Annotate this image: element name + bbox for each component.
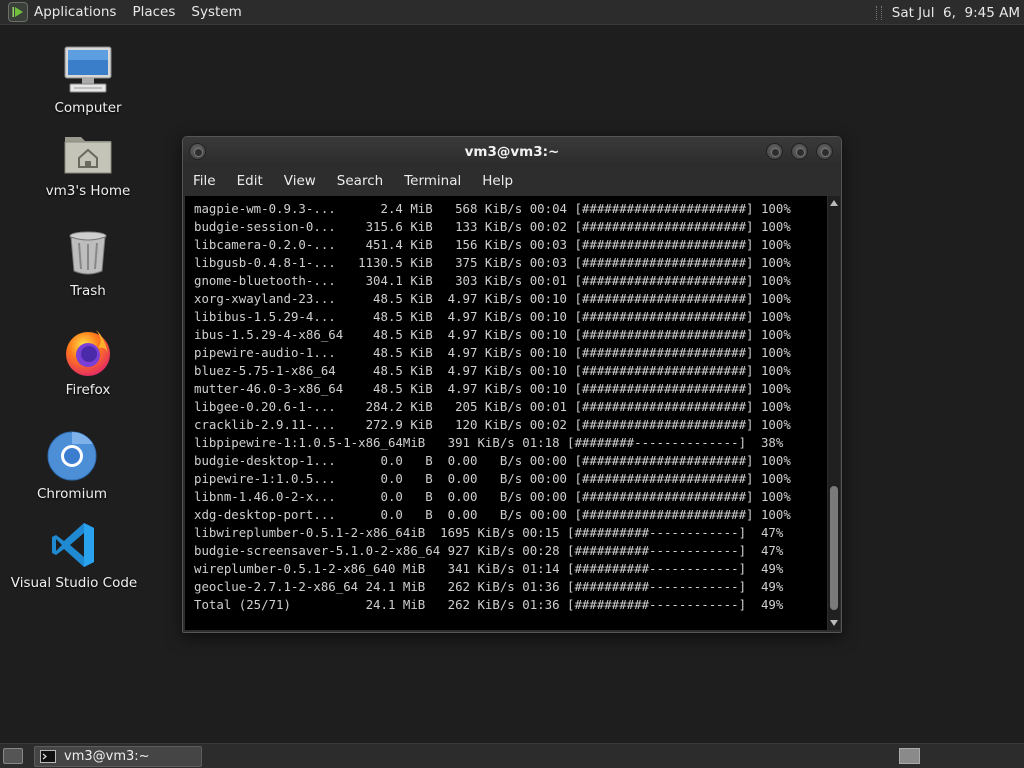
- home-folder-icon: [62, 127, 114, 179]
- chromium-icon: [46, 430, 98, 482]
- window-menu-button[interactable]: [189, 143, 206, 160]
- terminal-line: ibus-1.5.29-4-x86_64 48.5 KiB 4.97 KiB/s…: [194, 327, 791, 342]
- terminal-menubar: File Edit View Search Terminal Help: [183, 167, 841, 195]
- applications-menu[interactable]: Applications: [34, 4, 116, 20]
- vscode-icon: [48, 519, 100, 571]
- taskbar-button-label: vm3@vm3:~: [64, 749, 150, 764]
- terminal-line: libpipewire-1:1.0.5-1-x86_64MiB 391 KiB/…: [194, 435, 784, 450]
- terminal-line: wireplumber-0.5.1-2-x86_640 MiB 341 KiB/…: [194, 561, 784, 576]
- close-button[interactable]: [816, 143, 833, 160]
- terminal-line: pipewire-1:1.0.5... 0.0 B 0.00 B/s 00:00…: [194, 471, 791, 486]
- desktop-icon-vscode[interactable]: Visual Studio Code: [4, 519, 144, 591]
- terminal-line: libgusb-0.4.8-1-... 1130.5 KiB 375 KiB/s…: [194, 255, 791, 270]
- desktop-icon-computer[interactable]: Computer: [18, 44, 158, 116]
- menu-terminal[interactable]: Terminal: [404, 173, 461, 189]
- menu-edit[interactable]: Edit: [237, 173, 263, 189]
- terminal-line: libcamera-0.2.0-... 451.4 KiB 156 KiB/s …: [194, 237, 791, 252]
- terminal-line: geoclue-2.7.1-2-x86_64 24.1 MiB 262 KiB/…: [194, 579, 784, 594]
- scroll-thumb[interactable]: [830, 486, 838, 610]
- places-menu[interactable]: Places: [132, 4, 175, 20]
- desktop-icon-label: Chromium: [36, 486, 108, 502]
- desktop-icon-firefox[interactable]: Firefox: [18, 326, 158, 398]
- terminal-line: libnm-1.46.0-2-x... 0.0 B 0.00 B/s 00:00…: [194, 489, 791, 504]
- maximize-button[interactable]: [791, 143, 808, 160]
- window-title: vm3@vm3:~: [464, 144, 560, 160]
- terminal-line: cracklib-2.9.11-... 272.9 KiB 120 KiB/s …: [194, 417, 791, 432]
- terminal-line: libibus-1.5.29-4... 48.5 KiB 4.97 KiB/s …: [194, 309, 791, 324]
- terminal-line: budgie-screensaver-5.1.0-2-x86_64 927 Ki…: [194, 543, 784, 558]
- show-desktop-icon[interactable]: [3, 748, 23, 764]
- terminal-line: xorg-xwayland-23... 48.5 KiB 4.97 KiB/s …: [194, 291, 791, 306]
- top-panel: Applications Places System Sat Jul 6, 9:…: [0, 0, 1024, 25]
- desktop-icon-home[interactable]: vm3's Home: [18, 127, 158, 199]
- bottom-panel: vm3@vm3:~: [0, 743, 1024, 768]
- system-menu[interactable]: System: [191, 4, 241, 20]
- window-titlebar[interactable]: vm3@vm3:~: [183, 137, 841, 167]
- desktop-icon-label: Trash: [70, 283, 106, 299]
- desktop-icon-label: Computer: [54, 100, 122, 116]
- menu-help[interactable]: Help: [482, 173, 513, 189]
- menu-view[interactable]: View: [284, 173, 316, 189]
- desktop-icon-chromium[interactable]: Chromium: [2, 430, 142, 502]
- desktop-icon-label: vm3's Home: [45, 183, 131, 199]
- terminal-line: bluez-5.75-1-x86_64 48.5 KiB 4.97 KiB/s …: [194, 363, 791, 378]
- terminal-icon: [40, 750, 56, 763]
- workspace-switcher[interactable]: [899, 748, 920, 764]
- terminal-line: mutter-46.0-3-x86_64 48.5 KiB 4.97 KiB/s…: [194, 381, 791, 396]
- menu-file[interactable]: File: [193, 173, 216, 189]
- terminal-scrollbar[interactable]: [828, 196, 840, 630]
- terminal-window[interactable]: vm3@vm3:~ File Edit View Search Terminal…: [182, 136, 842, 633]
- terminal-line: libgee-0.20.6-1-... 284.2 KiB 205 KiB/s …: [194, 399, 791, 414]
- clock[interactable]: Sat Jul 6, 9:45 AM: [892, 5, 1020, 21]
- terminal-line: budgie-session-0... 315.6 KiB 133 KiB/s …: [194, 219, 791, 234]
- main-menu-icon[interactable]: [8, 2, 28, 22]
- computer-icon: [62, 44, 114, 96]
- trash-icon: [62, 227, 114, 279]
- scroll-down-arrow-icon[interactable]: [830, 620, 838, 626]
- firefox-icon: [62, 326, 114, 378]
- desktop-icon-trash[interactable]: Trash: [18, 227, 158, 299]
- terminal-line: pipewire-audio-1... 48.5 KiB 4.97 KiB/s …: [194, 345, 791, 360]
- terminal-line: libwireplumber-0.5.1-2-x86_64iB 1695 KiB…: [194, 525, 784, 540]
- desktop-icon-label: Visual Studio Code: [10, 575, 138, 591]
- terminal-line: xdg-desktop-port... 0.0 B 0.00 B/s 00:00…: [194, 507, 791, 522]
- terminal-line: magpie-wm-0.9.3-... 2.4 MiB 568 KiB/s 00…: [194, 201, 791, 216]
- terminal-output[interactable]: magpie-wm-0.9.3-... 2.4 MiB 568 KiB/s 00…: [185, 196, 827, 630]
- terminal-line: budgie-desktop-1... 0.0 B 0.00 B/s 00:00…: [194, 453, 791, 468]
- desktop-icon-label: Firefox: [65, 382, 111, 398]
- minimize-button[interactable]: [766, 143, 783, 160]
- terminal-line: Total (25/71) 24.1 MiB 262 KiB/s 01:36 […: [194, 597, 784, 612]
- menu-search[interactable]: Search: [337, 173, 383, 189]
- terminal-line: gnome-bluetooth-... 304.1 KiB 303 KiB/s …: [194, 273, 791, 288]
- taskbar-button-terminal[interactable]: vm3@vm3:~: [34, 746, 202, 767]
- scroll-up-arrow-icon[interactable]: [830, 200, 838, 206]
- panel-separator: [875, 5, 882, 20]
